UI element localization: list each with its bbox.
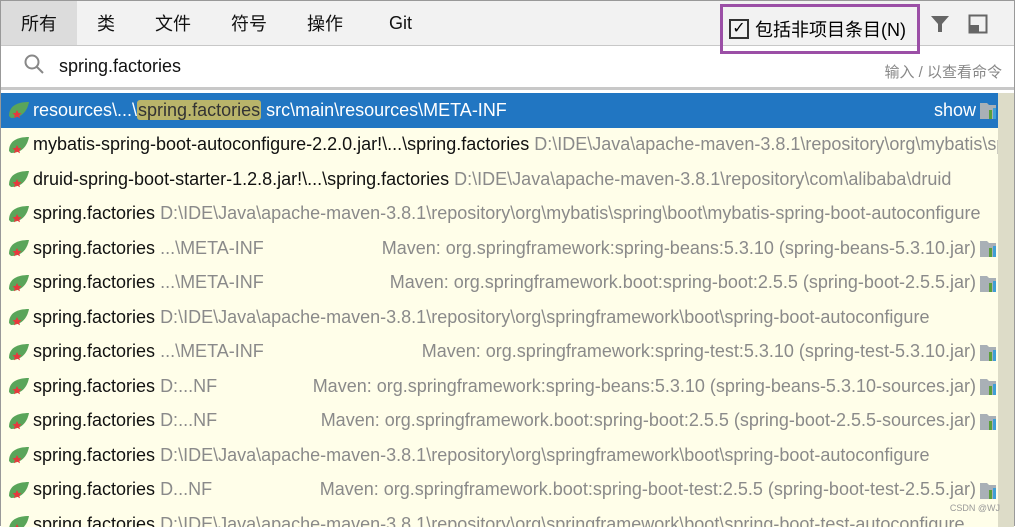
result-name: spring.factories xyxy=(33,203,156,224)
tab-actions[interactable]: 操作 xyxy=(287,1,363,45)
result-row[interactable]: spring.factories D:\IDE\Java\apache-maven… xyxy=(1,300,998,335)
spring-file-icon xyxy=(9,343,29,361)
result-location: D:...NF xyxy=(160,410,218,431)
result-prefix: resources\...\ xyxy=(33,99,138,120)
spring-file-icon xyxy=(9,447,29,464)
spring-file-icon xyxy=(9,136,29,154)
result-module: Maven: org.springframework.boot:spring-b… xyxy=(315,479,976,501)
result-location: src\main\resources\META-INF xyxy=(266,99,507,120)
search-hint: 输入 / 以查看命令 xyxy=(884,64,1002,81)
library-icon xyxy=(980,413,996,430)
result-location: D:...NF xyxy=(160,375,218,396)
result-row[interactable]: spring.factories D:\IDE\Java\apache-maven… xyxy=(1,438,998,473)
result-location: D:\IDE\Java\apache-maven-3.8.1\repositor… xyxy=(534,134,998,155)
result-name: spring.factories xyxy=(33,237,156,258)
include-non-project-label: 包括非项目条目(N) xyxy=(755,20,906,40)
spring-file-icon xyxy=(9,171,29,188)
checkbox-checked-icon: ✓ xyxy=(729,19,749,39)
tab-all[interactable]: 所有 xyxy=(1,1,77,45)
result-location: D:\IDE\Java\apache-maven-3.8.1\repositor… xyxy=(160,444,930,465)
tab-files[interactable]: 文件 xyxy=(135,1,211,45)
result-row[interactable]: spring.factories D...NF Maven: org.springf… xyxy=(1,473,998,508)
result-row[interactable]: spring.factories D:...NF Maven: org.spring… xyxy=(1,404,998,439)
result-row[interactable]: spring.factories D:\IDE\Java\apache-maven… xyxy=(1,197,998,232)
library-icon xyxy=(980,275,996,292)
result-name: spring.factories xyxy=(33,479,156,500)
result-row[interactable]: spring.factories D:\IDE\Java\apache-maven… xyxy=(1,507,998,527)
result-name: spring.factories xyxy=(33,513,156,527)
spring-file-icon xyxy=(9,102,29,119)
result-module: Maven: org.springframework:spring-beans:… xyxy=(308,375,976,397)
library-icon xyxy=(980,344,996,361)
library-icon xyxy=(980,241,996,257)
result-location: ...\META-INF xyxy=(160,237,264,258)
library-icon xyxy=(980,103,996,119)
result-name: spring.factories xyxy=(33,306,156,327)
result-module: show xyxy=(929,99,976,121)
result-location: D:\IDE\Java\apache-maven-3.8.1\repositor… xyxy=(160,513,965,527)
result-name: druid-spring-boot-starter-1.2.8.jar!\...… xyxy=(33,168,450,189)
spring-file-icon xyxy=(9,274,29,292)
spring-file-icon xyxy=(9,516,29,527)
result-location: D...NF xyxy=(160,479,213,500)
include-non-project-items-checkbox[interactable]: ✓ 包括非项目条目(N) xyxy=(720,4,920,54)
spring-file-icon xyxy=(9,412,29,430)
result-row[interactable]: druid-spring-boot-starter-1.2.8.jar!\...… xyxy=(1,162,998,197)
result-module: Maven: org.springframework:spring-test:5… xyxy=(417,341,976,363)
result-location: D:\IDE\Java\apache-maven-3.8.1\repositor… xyxy=(454,168,952,189)
spring-file-icon xyxy=(9,378,29,395)
result-module: Maven: org.springframework.boot:spring-b… xyxy=(385,272,976,294)
result-row[interactable]: spring.factories D:...NF Maven: org.spring… xyxy=(1,369,998,404)
result-name: mybatis-spring-boot-autoconfigure-2.2.0.… xyxy=(33,134,530,155)
search-icon xyxy=(23,53,45,80)
spring-file-icon xyxy=(9,309,29,326)
tab-git[interactable]: Git xyxy=(369,1,432,45)
library-icon xyxy=(980,379,996,395)
result-location: ...\META-INF xyxy=(160,341,264,362)
result-module: Maven: org.springframework.boot:spring-b… xyxy=(316,410,976,432)
open-in-window-icon[interactable] xyxy=(967,13,989,35)
spring-file-icon xyxy=(9,205,29,223)
search-input[interactable] xyxy=(59,56,759,77)
spring-file-icon xyxy=(9,481,29,499)
watermark: CSDN @WJ xyxy=(949,503,1000,513)
result-location: D:\IDE\Java\apache-maven-3.8.1\repositor… xyxy=(160,306,930,327)
result-location: ...\META-INF xyxy=(160,272,264,293)
filter-icon[interactable] xyxy=(929,13,951,35)
results-list: resources\...\spring.factories src\main\r… xyxy=(1,93,998,527)
tab-classes[interactable]: 类 xyxy=(77,1,135,45)
tab-symbols[interactable]: 符号 xyxy=(211,1,287,45)
result-name: resources\...\spring.factories xyxy=(33,99,262,121)
result-location: D:\IDE\Java\apache-maven-3.8.1\repositor… xyxy=(160,203,981,224)
result-row[interactable]: spring.factories ...\META-INF Maven: org.s… xyxy=(1,266,998,301)
result-row[interactable]: mybatis-spring-boot-autoconfigure-2.2.0.… xyxy=(1,128,998,163)
result-name: spring.factories xyxy=(33,272,156,293)
result-name: spring.factories xyxy=(33,444,156,465)
result-row[interactable]: resources\...\spring.factories src\main\r… xyxy=(1,93,998,128)
match-highlight: spring.factories xyxy=(137,99,262,120)
library-icon xyxy=(980,482,996,499)
scrollbar[interactable] xyxy=(998,93,1014,527)
result-name: spring.factories xyxy=(33,410,156,431)
result-name: spring.factories xyxy=(33,341,156,362)
result-row[interactable]: spring.factories ...\META-INF Maven: org.s… xyxy=(1,335,998,370)
result-row[interactable]: spring.factories ...\META-INF Maven: org.s… xyxy=(1,231,998,266)
result-module: Maven: org.springframework:spring-beans:… xyxy=(377,237,976,259)
result-name: spring.factories xyxy=(33,375,156,396)
spring-file-icon xyxy=(9,240,29,257)
